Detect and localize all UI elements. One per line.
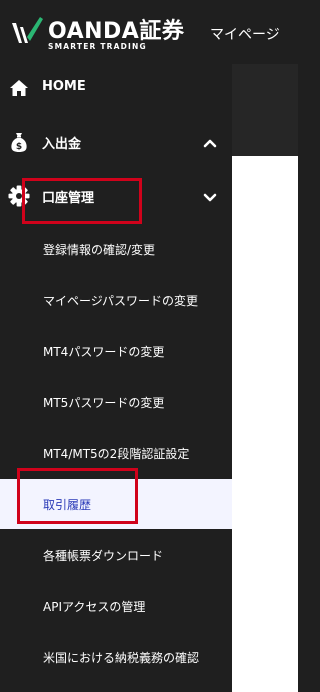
sidebar-subitem-label: MT5パスワードの変更 xyxy=(43,396,165,410)
money-bag-icon: $ xyxy=(11,133,27,152)
sidebar-item-label: 口座管理 xyxy=(42,191,95,206)
sidebar-subitem-api-access[interactable]: APIアクセスの管理 xyxy=(0,581,232,631)
oanda-logo-icon[interactable] xyxy=(10,13,44,47)
sidebar-item-deposit-withdrawal[interactable]: $ 入出金 xyxy=(0,118,232,168)
sidebar-subitem-two-factor-auth[interactable]: MT4/MT5の2段階認証設定 xyxy=(0,428,232,478)
sidebar-nav: HOME $ 入出金 口座管理 登録情報の確認/変更 マイページパスワードの変更… xyxy=(0,64,232,692)
brand-name: OANDA証券 xyxy=(48,19,185,44)
sidebar-subitem-label: APIアクセスの管理 xyxy=(43,600,146,614)
sidebar-subitem-trade-history[interactable]: 取引履歴 xyxy=(0,479,232,529)
brand-tagline: SMARTER TRADING xyxy=(48,42,147,51)
sidebar-subitem-mt4-password[interactable]: MT4パスワードの変更 xyxy=(0,326,232,376)
sidebar-subitem-label: 登録情報の確認/変更 xyxy=(43,243,156,257)
sidebar-item-account-management[interactable]: 口座管理 xyxy=(0,172,232,222)
sidebar-subitem-registration-info[interactable]: 登録情報の確認/変更 xyxy=(0,224,232,274)
gear-icon xyxy=(8,185,30,207)
sidebar-subitem-label: MT4/MT5の2段階認証設定 xyxy=(43,447,190,461)
sidebar-subitem-label: MT4パスワードの変更 xyxy=(43,345,165,359)
sidebar-subitem-label: マイページパスワードの変更 xyxy=(43,294,199,308)
sidebar-item-home[interactable]: HOME xyxy=(0,64,232,114)
sidebar-subitem-document-download[interactable]: 各種帳票ダウンロード xyxy=(0,530,232,580)
top-header: OANDA証券 SMARTER TRADING マイページ xyxy=(0,0,298,64)
main-content xyxy=(232,64,298,692)
sidebar-subitem-us-tax-obligation[interactable]: 米国における納税義務の確認 xyxy=(0,632,232,682)
sidebar-item-label: HOME xyxy=(42,79,86,94)
sidebar-subitem-label: 各種帳票ダウンロード xyxy=(43,549,164,563)
main-header-band xyxy=(232,64,298,156)
main-content-area xyxy=(232,156,298,692)
sidebar-subitem-mypage-password[interactable]: マイページパスワードの変更 xyxy=(0,275,232,325)
mypage-link[interactable]: マイページ xyxy=(210,24,280,44)
sidebar-item-label: 入出金 xyxy=(42,137,82,152)
sidebar-subitem-label: 取引履歴 xyxy=(43,498,92,512)
home-icon xyxy=(10,80,28,96)
svg-text:$: $ xyxy=(16,142,22,152)
chevron-up-icon[interactable] xyxy=(202,135,218,151)
sidebar-subitem-label: 米国における納税義務の確認 xyxy=(43,651,200,665)
sidebar-subitem-mt5-password[interactable]: MT5パスワードの変更 xyxy=(0,377,232,427)
chevron-down-icon[interactable] xyxy=(202,189,218,205)
